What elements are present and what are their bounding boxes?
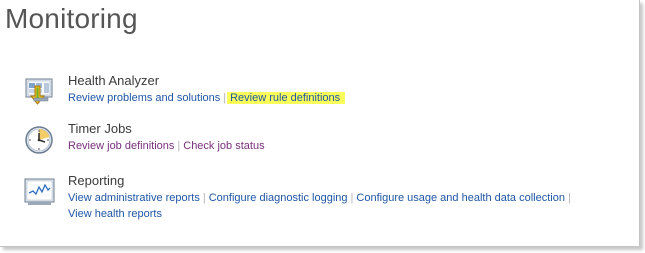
review-problems-link[interactable]: Review problems and solutions: [68, 92, 220, 104]
timer-jobs-links: Review job definitions | Check job status: [68, 138, 628, 154]
check-job-status-link[interactable]: Check job status: [183, 140, 264, 152]
link-separator: |: [177, 140, 181, 152]
view-administrative-reports-link[interactable]: View administrative reports: [68, 192, 200, 204]
configure-usage-health-data-link[interactable]: Configure usage and health data collecti…: [356, 192, 565, 204]
configure-diagnostic-logging-link[interactable]: Configure diagnostic logging: [209, 192, 348, 204]
link-separator: |: [567, 192, 571, 204]
reporting-heading[interactable]: Reporting: [68, 172, 124, 190]
view-health-reports-link[interactable]: View health reports: [68, 208, 162, 220]
screenshot-frame: Monitoring Health Analyzer Review proble…: [0, 0, 640, 247]
review-job-definitions-link[interactable]: Review job definitions: [68, 140, 174, 152]
page-title: Monitoring: [5, 3, 138, 34]
health-analyzer-icon: [25, 78, 53, 105]
health-analyzer-heading[interactable]: Health Analyzer: [68, 72, 159, 90]
review-rule-definitions-link[interactable]: Review rule definitions: [227, 92, 346, 104]
reporting-links: View administrative reports | Configure di…: [68, 190, 628, 222]
link-separator: |: [202, 192, 206, 204]
report-icon: [24, 178, 55, 205]
clock-icon: [25, 126, 53, 154]
health-analyzer-links: Review problems and solutions | Review rul…: [68, 90, 628, 106]
timer-jobs-heading[interactable]: Timer Jobs: [68, 120, 132, 138]
